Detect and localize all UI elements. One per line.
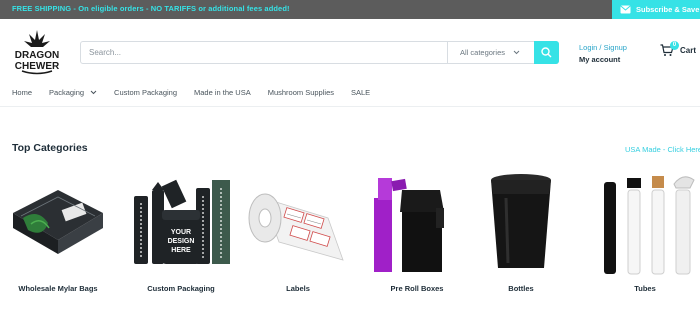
search-bar: All categories (80, 41, 559, 64)
announcement-bar: FREE SHIPPING - On eligible orders - NO … (0, 0, 700, 19)
nav-item-label: SALE (350, 88, 371, 97)
nav-divider (0, 106, 700, 107)
label-roll-image (248, 193, 344, 261)
nav-item-packaging[interactable]: Packaging (49, 88, 97, 97)
logo-text-top: DRAGON (15, 50, 59, 61)
nav-item-mushroom-supplies[interactable]: Mushroom Supplies (268, 88, 334, 97)
site-logo[interactable]: DRAGON CHEWER (12, 28, 62, 76)
nav-item-made-in-usa[interactable]: Made in the USA (194, 88, 251, 97)
login-link[interactable]: Login / Signup (579, 42, 627, 54)
nav-item-home[interactable]: Home (12, 88, 32, 97)
design-placeholder-text: DESIGN (168, 238, 195, 245)
search-icon (541, 47, 552, 58)
category-name: Pre Roll Boxes (390, 284, 444, 293)
category-name: Bottles (508, 284, 534, 293)
my-account-link[interactable]: My account (579, 54, 627, 66)
pre-roll-boxes-image (374, 178, 444, 272)
custom-packaging-image: YOUR DESIGN HERE (134, 179, 230, 264)
category-name: Labels (286, 284, 310, 293)
category-name: Tubes (634, 284, 656, 293)
mylar-bag-image (13, 190, 103, 254)
chevron-down-icon (90, 90, 97, 95)
search-button[interactable] (534, 41, 559, 64)
cart-button[interactable]: 0 Cart (660, 41, 697, 57)
category-select[interactable]: All categories (447, 42, 534, 63)
nav-item-sale[interactable]: SALE (351, 88, 370, 97)
cart-count-badge: 0 (670, 41, 679, 50)
design-placeholder-text: HERE (171, 247, 191, 254)
nav-item-label: Home (12, 88, 33, 97)
section-title: Top Categories (12, 142, 88, 154)
account-menu: Login / Signup My account (579, 42, 627, 66)
shipping-promo[interactable]: FREE SHIPPING - On eligible orders - NO … (12, 4, 290, 13)
nav-item-label: Mushroom Supplies (267, 88, 334, 97)
nav-item-label: Custom Packaging (114, 88, 177, 97)
main-nav: Home Packaging Custom Packaging Made in … (12, 88, 387, 97)
subscribe-button[interactable]: Subscribe & Save (612, 0, 700, 19)
category-select-value: All categories (460, 48, 506, 57)
search-input[interactable] (81, 42, 447, 63)
pre-roll-tubes-image (604, 176, 695, 275)
cart-label: Cart (680, 46, 697, 55)
subscribe-label: Subscribe & Save (636, 5, 700, 14)
chevron-down-icon (513, 50, 520, 55)
nav-item-label: Packaging (49, 88, 85, 97)
logo-text-bottom: CHEWER (15, 61, 60, 72)
usa-made-link[interactable]: USA Made - Click Here (625, 145, 700, 154)
design-placeholder-text: YOUR (171, 229, 191, 236)
category-name: Custom Packaging (147, 284, 215, 293)
nav-item-custom-packaging[interactable]: Custom Packaging (114, 88, 177, 97)
category-name: Wholesale Mylar Bags (18, 284, 98, 293)
pop-top-bottle-image (491, 174, 551, 268)
mail-icon (620, 5, 631, 14)
nav-item-label: Made in the USA (194, 88, 251, 97)
